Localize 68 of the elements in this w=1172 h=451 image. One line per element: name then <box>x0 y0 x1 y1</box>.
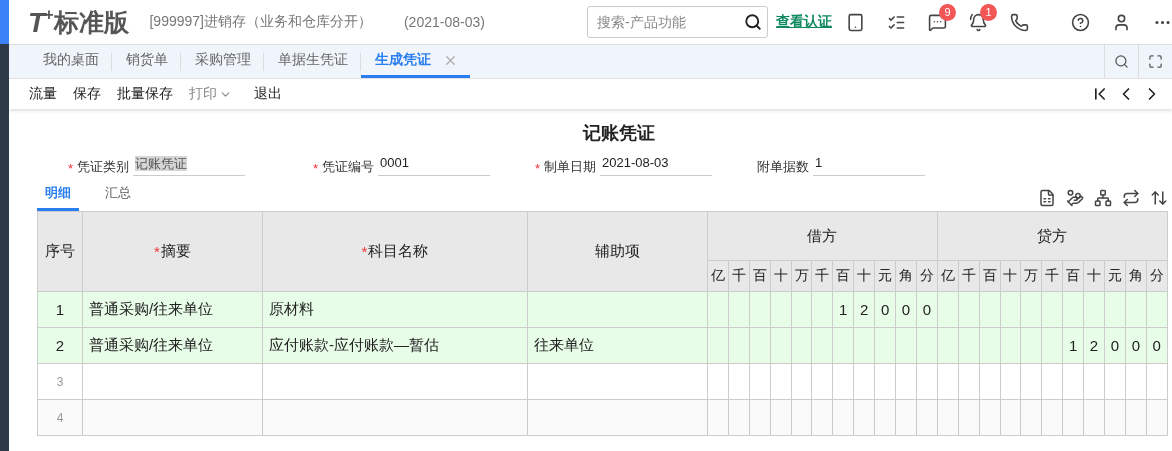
voucher-title: 记账凭证 <box>581 122 656 145</box>
amount-digit: 0 <box>880 301 890 318</box>
repeat-icon[interactable] <box>1122 189 1140 207</box>
page-tab[interactable]: 生成凭证 <box>361 45 470 78</box>
toolbar-button[interactable]: 保存 <box>65 85 109 103</box>
help-icon[interactable] <box>1071 12 1090 32</box>
network-icon[interactable] <box>1094 189 1112 207</box>
sheet-icon[interactable] <box>1038 189 1056 207</box>
phone-icon[interactable] <box>1010 12 1029 32</box>
amount-digit: 0 <box>922 301 932 318</box>
table-cell: 普通采购/往来单位 <box>82 327 263 364</box>
required-mark: * <box>361 243 368 260</box>
amount-digit: 1 <box>839 301 848 318</box>
amount-digit: 1 <box>1068 337 1078 354</box>
input-field[interactable]: 2021-08-03 <box>600 155 713 176</box>
user-icon[interactable] <box>1112 12 1131 32</box>
input-field[interactable]: 记账凭证 <box>133 155 246 176</box>
column-header: 辅助项 <box>595 242 640 261</box>
message-icon[interactable] <box>928 12 947 32</box>
bell-icon[interactable] <box>969 12 988 32</box>
required-mark: * <box>313 161 319 176</box>
amount-digit: 0 <box>901 301 911 318</box>
table-cell: 往来单位 <box>527 327 708 364</box>
required-mark: * <box>154 243 160 260</box>
column-header: 科目名称 <box>368 242 429 261</box>
column-header: 贷方 <box>937 211 1168 261</box>
toolbar-button[interactable]: 退出 <box>246 85 290 103</box>
row-number: 4 <box>37 399 83 436</box>
field-label: 凭证编号 <box>322 158 375 176</box>
table-cell: 普通采购/往来单位 <box>82 291 263 328</box>
column-header: 借方 <box>707 211 938 261</box>
amount-digit: 2 <box>1089 337 1099 354</box>
count-badge: 9 <box>939 3 956 21</box>
required-mark: * <box>68 161 74 176</box>
column-header: 序号 <box>45 242 75 261</box>
row-number: 2 <box>37 327 83 364</box>
input-field[interactable]: 0001 <box>378 155 491 176</box>
search-field[interactable]: 搜索-产品功能 <box>587 6 768 38</box>
product-name: 标准版 <box>54 6 130 38</box>
toolbar-button[interactable]: 流量 <box>21 85 65 103</box>
table-cell: 原材料 <box>262 291 528 328</box>
required-mark: * <box>535 161 541 176</box>
page-tab[interactable]: 采购管理 <box>181 45 263 78</box>
view-tab[interactable]: 汇总 <box>97 180 139 211</box>
table-cell: 应付账款-应付账款—暂估 <box>262 327 528 364</box>
sort-icon[interactable] <box>1150 189 1168 207</box>
amount-digit: 2 <box>860 301 869 318</box>
page-tab[interactable]: 单据生凭证 <box>264 45 360 78</box>
amount-digit: 0 <box>1110 337 1120 354</box>
account-date: (2021-08-03) <box>403 14 485 30</box>
page-tab[interactable]: 我的桌面 <box>29 45 111 78</box>
tablet-icon[interactable] <box>846 12 865 32</box>
count-badge: 1 <box>980 3 997 21</box>
column-header: 摘要 <box>160 242 191 261</box>
page-tab[interactable]: 销货单 <box>112 45 180 78</box>
input-field[interactable]: 1 <box>813 155 925 176</box>
search-icon[interactable] <box>744 13 762 31</box>
field-label: 凭证类别 <box>77 158 130 176</box>
field-label: 制单日期 <box>544 158 597 176</box>
toolbar-button[interactable]: 批量保存 <box>109 85 181 103</box>
field-label: 附单据数 <box>757 158 809 176</box>
row-number: 1 <box>37 291 83 328</box>
amount-digit: 0 <box>1152 337 1161 354</box>
amount-digit: 0 <box>1131 337 1140 354</box>
verify-link[interactable]: 查看认证 <box>776 13 832 31</box>
account-name: [999997]进销存（业务和仓库分开） <box>149 13 372 31</box>
coins-icon[interactable] <box>1066 189 1084 207</box>
row-number: 3 <box>37 363 83 400</box>
